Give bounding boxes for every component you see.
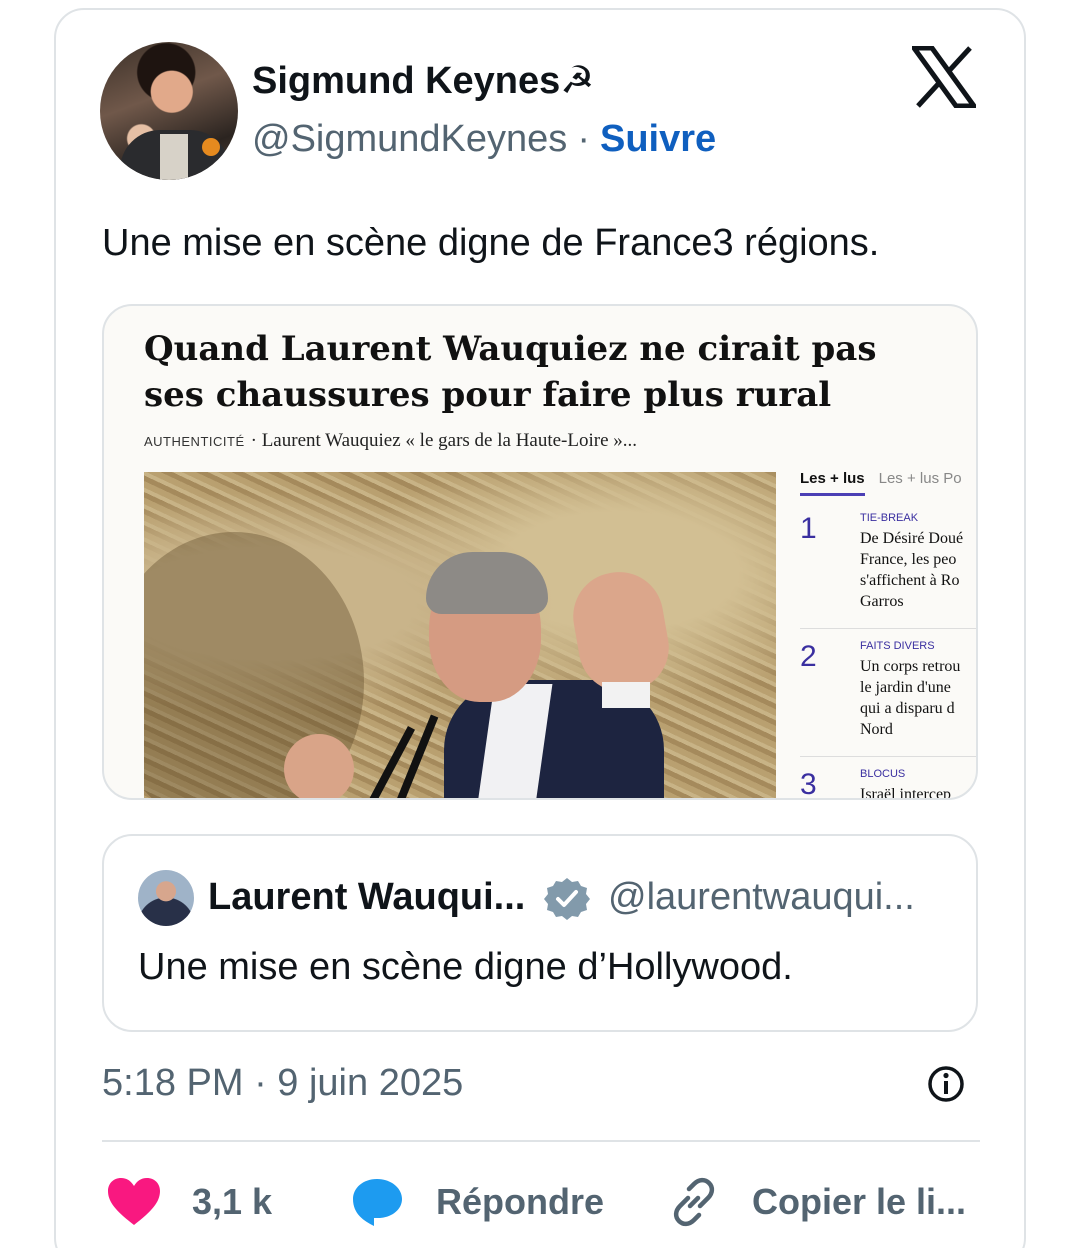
info-icon[interactable] bbox=[926, 1064, 966, 1104]
article-screenshot[interactable]: Quand Laurent Wauquiez ne cirait pas ses… bbox=[102, 304, 978, 800]
link-icon bbox=[673, 1177, 715, 1227]
most-read-sidebar: Les + lus Les + lus Po 1 TIE-BREAK De Dés… bbox=[800, 470, 976, 800]
like-count: 3,1 k bbox=[192, 1181, 273, 1222]
photo-shirt-cuff bbox=[602, 682, 650, 708]
avatar-boutonniere bbox=[202, 138, 220, 156]
author-avatar[interactable] bbox=[100, 42, 238, 180]
sidebar-item-title: Un corps retrou le jardin d'une qui a di… bbox=[860, 658, 961, 738]
verified-badge-icon bbox=[544, 878, 590, 920]
avatar-shirt bbox=[160, 134, 188, 180]
sidebar-item-number: 1 bbox=[800, 512, 817, 545]
kicker-subtitle: · Laurent Wauquiez « le gars de la Haute… bbox=[250, 430, 638, 451]
sidebar-item-title: Israël intercep bbox=[860, 786, 952, 800]
article-headline: Quand Laurent Wauquiez ne cirait pas ses… bbox=[144, 329, 877, 415]
x-logo-icon[interactable] bbox=[912, 46, 976, 108]
quoted-tweet-text: Une mise en scène digne d’Hollywood. bbox=[138, 946, 793, 988]
article-kicker: AUTHENTICITÉ · Laurent Wauquiez « le gars… bbox=[144, 430, 637, 452]
quoted-author-handle: @laurentwauqui... bbox=[608, 876, 915, 918]
like-button[interactable]: 3,1 k bbox=[106, 1172, 272, 1232]
reply-button[interactable]: Répondre bbox=[350, 1172, 604, 1232]
author-handle[interactable]: @SigmundKeynes bbox=[252, 118, 567, 160]
handle-separator: · bbox=[577, 118, 590, 160]
copy-link-button[interactable]: Copier le li... bbox=[666, 1172, 966, 1232]
kicker-label: AUTHENTICITÉ bbox=[144, 434, 245, 449]
tweet-text: Une mise en scène digne de France3 régio… bbox=[102, 222, 880, 264]
article-photo bbox=[144, 472, 776, 798]
author-display-name[interactable]: Sigmund Keynes☭ bbox=[252, 58, 594, 103]
tab-most-read: Les + lus bbox=[800, 470, 865, 496]
author-handle-row: @SigmundKeynes · Suivre bbox=[252, 118, 716, 161]
heart-icon bbox=[108, 1178, 160, 1225]
quoted-author-name: Laurent Wauqui... bbox=[208, 876, 526, 918]
tweet-timestamp[interactable]: 5:18 PM · 9 juin 2025 bbox=[102, 1062, 463, 1105]
quoted-author-avatar bbox=[138, 870, 194, 926]
sidebar-item-number: 3 bbox=[800, 768, 817, 800]
sidebar-divider bbox=[800, 628, 976, 629]
sidebar-item-number: 2 bbox=[800, 640, 817, 673]
photo-left-hand bbox=[284, 734, 354, 798]
reply-label: Répondre bbox=[436, 1181, 605, 1222]
actions-divider bbox=[102, 1140, 980, 1142]
copy-link-label: Copier le li... bbox=[752, 1181, 967, 1222]
follow-button[interactable]: Suivre bbox=[600, 118, 716, 160]
sidebar-tabs: Les + lus Les + lus Po bbox=[800, 470, 976, 496]
quoted-tweet[interactable]: Laurent Wauqui... @laurentwauqui... Une … bbox=[102, 834, 978, 1032]
sidebar-item-category: FAITS DIVERS bbox=[860, 640, 935, 652]
tab-most-read-other: Les + lus Po bbox=[878, 470, 962, 487]
sidebar-item-category: TIE-BREAK bbox=[860, 512, 919, 524]
photo-person-hair bbox=[426, 552, 548, 614]
sidebar-divider bbox=[800, 756, 976, 757]
sidebar-item-category: BLOCUS bbox=[860, 768, 906, 780]
photo-right-hand bbox=[566, 565, 676, 699]
speech-bubble-icon bbox=[353, 1179, 402, 1226]
sidebar-item-title: De Désiré Doué France, les peo s'affiche… bbox=[860, 530, 964, 610]
